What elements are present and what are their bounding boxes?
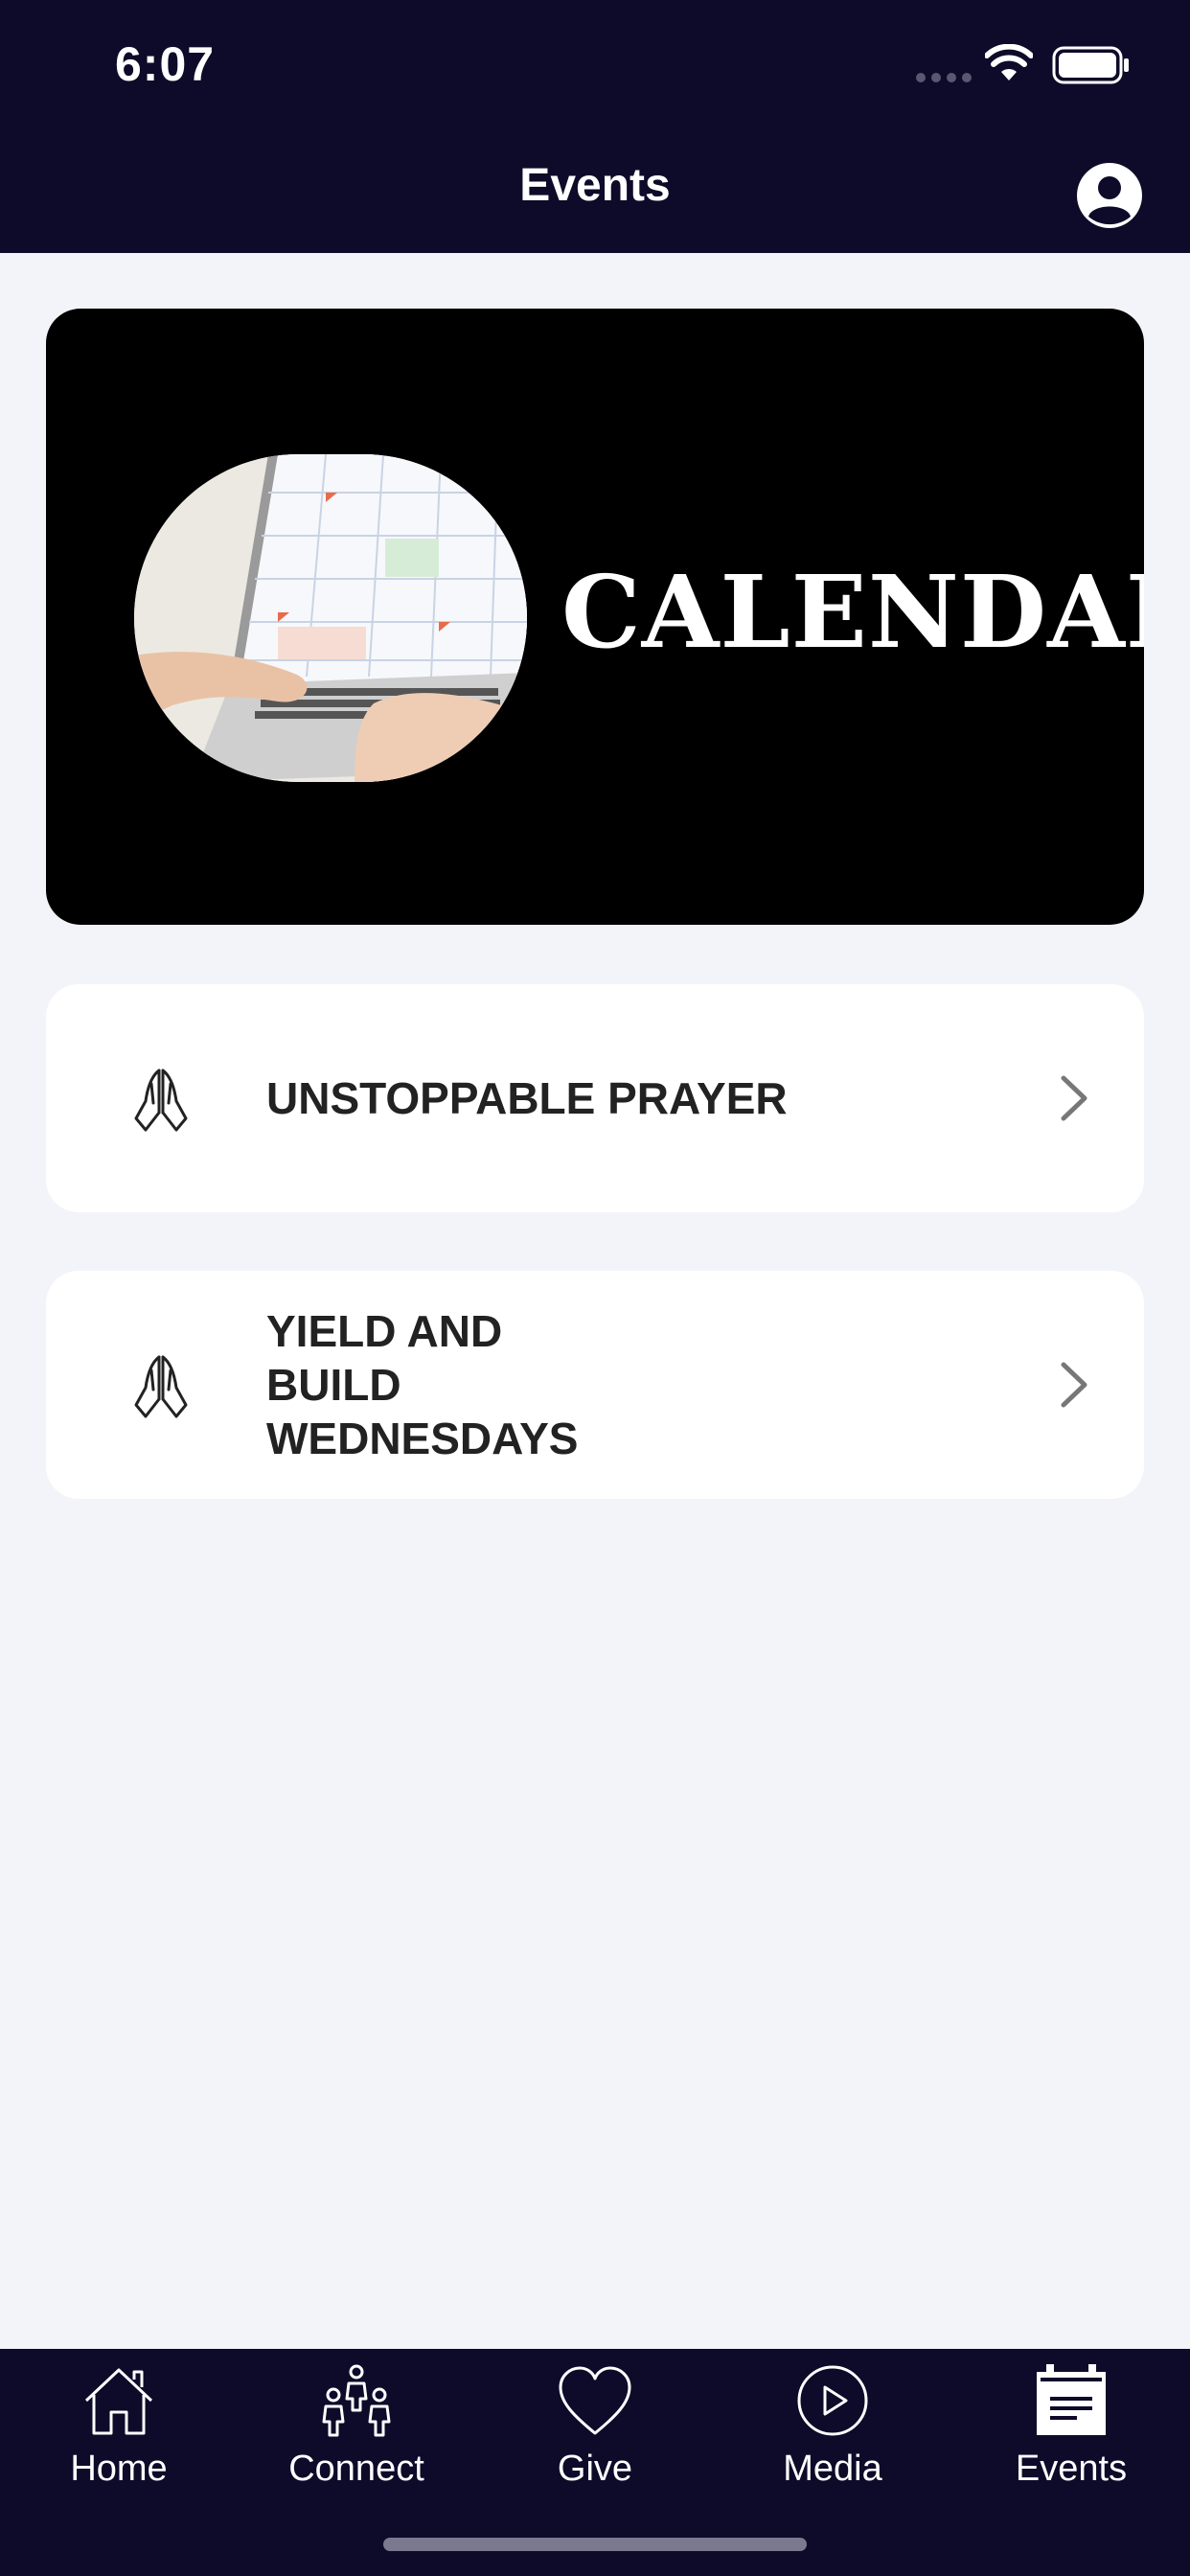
battery-icon: [1052, 46, 1129, 84]
praying-hands-icon: [134, 1069, 188, 1132]
event-label: UNSTOPPABLE PRAYER: [266, 1073, 788, 1123]
chevron-right-icon: [1061, 1075, 1087, 1121]
event-label: YIELD AND BUILD WEDNESDAYS: [266, 1306, 579, 1463]
calendar-icon: [1037, 2364, 1106, 2435]
page-title: Events: [519, 160, 671, 211]
profile-button[interactable]: [1075, 161, 1144, 230]
tab-label: Connect: [288, 2449, 424, 2489]
event-item-yield-and-build-wednesdays[interactable]: YIELD AND BUILD WEDNESDAYS: [46, 1271, 1144, 1499]
tab-events[interactable]: Events: [952, 2349, 1190, 2541]
status-time: 6:07: [115, 37, 216, 91]
praying-hands-icon: [134, 1355, 188, 1418]
event-item-unstoppable-prayer[interactable]: UNSTOPPABLE PRAYER: [46, 984, 1144, 1212]
calendar-banner[interactable]: CALENDAR: [46, 309, 1144, 925]
tab-give[interactable]: Give: [476, 2349, 714, 2541]
people-icon: [322, 2364, 391, 2437]
laptop-calendar-image: [134, 454, 527, 782]
home-indicator[interactable]: [383, 2538, 807, 2551]
tab-media[interactable]: Media: [714, 2349, 951, 2541]
play-circle-icon: [797, 2365, 868, 2436]
tab-home[interactable]: Home: [0, 2349, 238, 2541]
tab-label: Events: [1015, 2449, 1128, 2489]
events-screen: 6:07 Events CALENDA UNSTOPPABLE PRAYER Y…: [0, 0, 1190, 2576]
heart-icon: [559, 2366, 631, 2435]
wifi-icon: [985, 44, 1033, 80]
tab-connect[interactable]: Connect: [238, 2349, 475, 2541]
top-bar: 6:07 Events: [0, 0, 1190, 253]
home-icon: [84, 2368, 153, 2435]
tab-label: Media: [783, 2449, 882, 2489]
cellular-signal-icon: [916, 73, 972, 82]
chevron-right-icon: [1061, 1362, 1087, 1408]
tab-label: Home: [70, 2449, 168, 2489]
banner-title: CALENDAR: [561, 553, 1144, 671]
tab-label: Give: [557, 2449, 633, 2489]
